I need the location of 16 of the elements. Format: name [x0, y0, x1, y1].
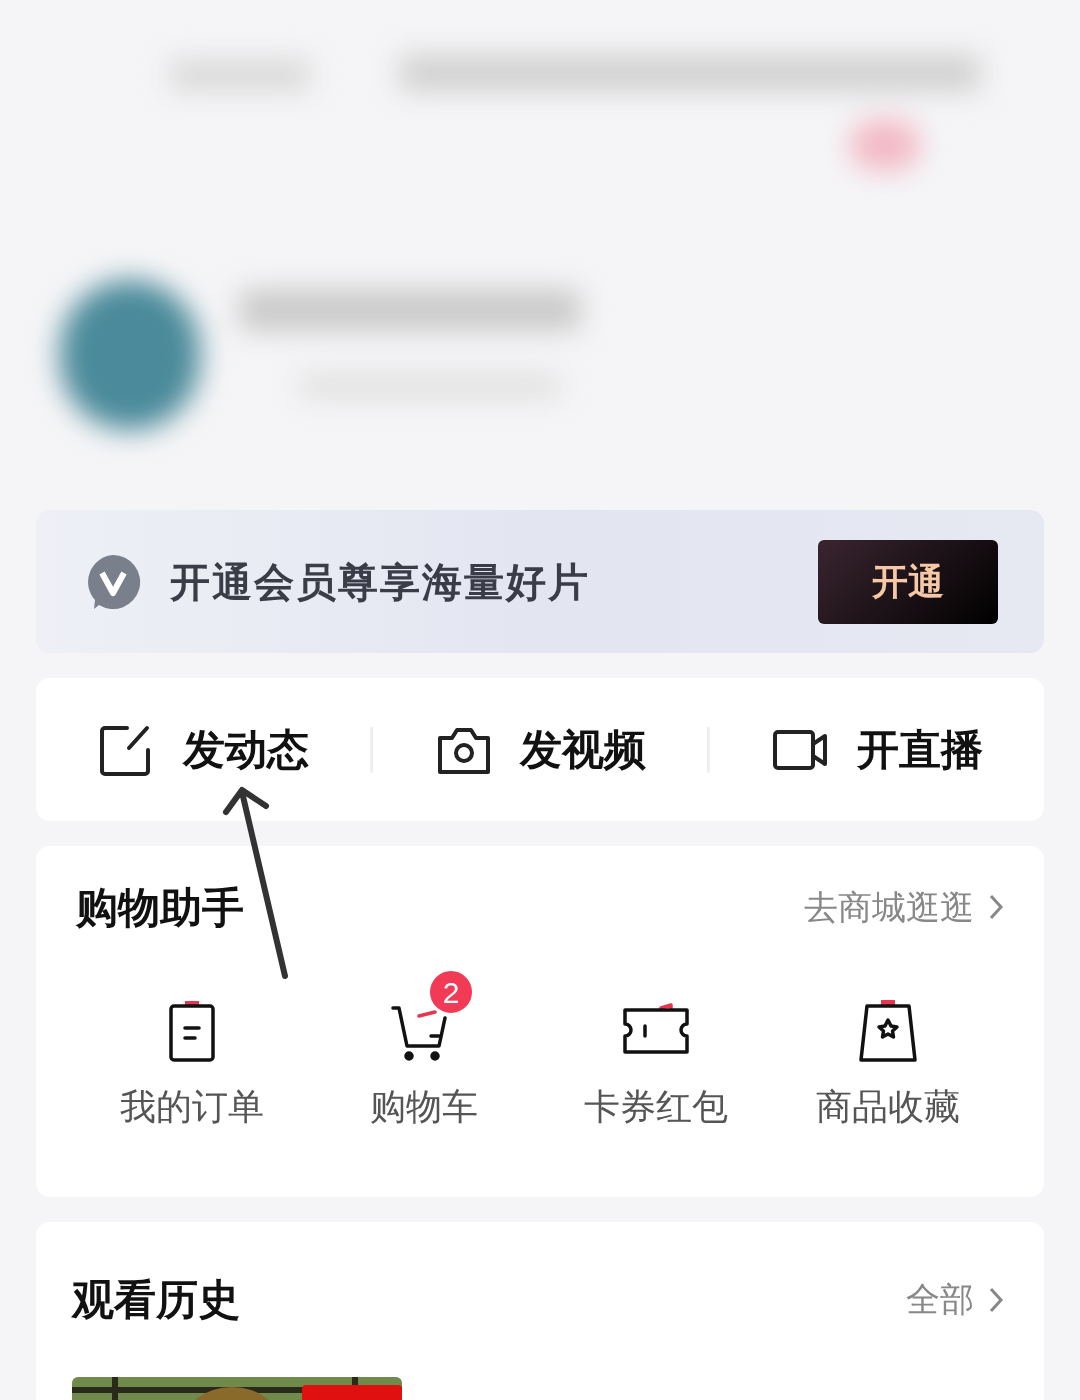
quick-action-button[interactable]: 发动态 [36, 718, 370, 781]
shopping-shortcut[interactable]: 我的订单 [76, 966, 308, 1134]
shopping-shortcut[interactable]: 卡券红包 [540, 966, 772, 1134]
count-badge: 2 [427, 968, 475, 1016]
quick-action-button[interactable]: 开直播 [710, 718, 1044, 781]
section-title: 购物助手 [76, 882, 244, 933]
quick-action-button[interactable]: 发视频 [373, 718, 707, 781]
activate-button[interactable]: 开通 [818, 539, 998, 624]
shopping-shortcut[interactable]: 商品收藏 [772, 966, 1004, 1134]
chevron-right-icon [988, 1285, 1004, 1314]
chevron-right-icon [988, 893, 1004, 921]
shopping-shortcut[interactable]: 2 购物车 [308, 966, 540, 1134]
section-title: 观看历史 [72, 1275, 240, 1325]
mall-link[interactable]: 去商城逛逛 [804, 881, 1004, 933]
membership-promo-text: 开通会员尊享海量好片 [170, 558, 590, 606]
view-all-link[interactable]: 全部 [906, 1274, 1004, 1325]
